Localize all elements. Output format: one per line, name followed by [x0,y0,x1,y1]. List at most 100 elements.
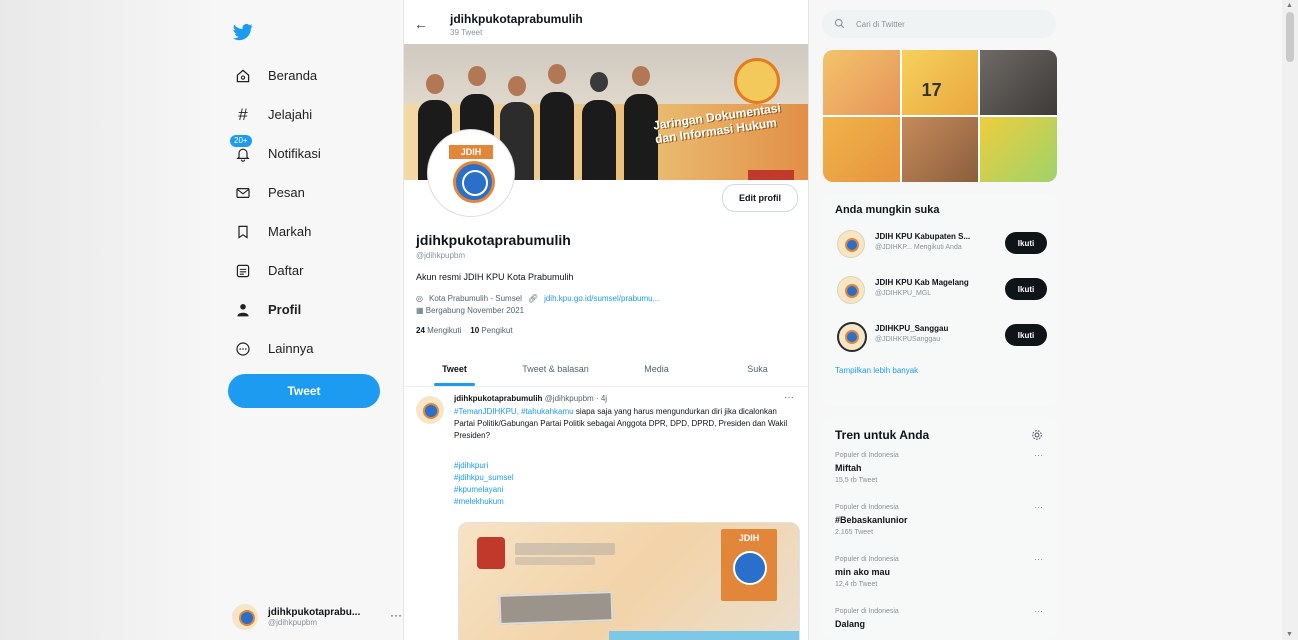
tab-media[interactable]: Media [606,352,707,386]
profile-avatar[interactable]: JDIH [428,130,514,216]
follow-button[interactable]: Ikuti [1005,278,1047,300]
tab-tweets-replies[interactable]: Tweet & balasan [505,352,606,386]
sidebar-item-more[interactable]: Lainnya [226,329,406,368]
trend-name: Dalang [835,619,866,629]
follow-button[interactable]: Ikuti [1005,324,1047,346]
sidebar-item-label: Notifikasi [268,146,321,161]
tweet-hashtags[interactable]: #TemanJDIHKPU, #tahukahkamu [454,407,574,416]
scrollbar[interactable]: ▲ ▼ [1282,0,1298,640]
suggested-user[interactable]: JDIH KPU Kabupaten S... @JDIHKP... Mengi… [823,222,1057,268]
media-thumb[interactable] [980,117,1057,182]
tweet-item[interactable]: jdihkpukotaprabumulih @jdihkpupbm · 4j ·… [404,388,808,640]
home-icon [232,65,254,87]
media-thumb[interactable] [901,117,979,182]
image-bar [609,631,799,640]
scroll-down-icon[interactable]: ▼ [1286,631,1293,638]
tweet-handle-time: @jdihkpupbm · 4j [544,394,608,403]
who-to-follow-card: Anda mungkin suka JDIH KPU Kabupaten S..… [823,194,1057,406]
banner-head [468,66,486,86]
account-more-icon[interactable]: ··· [390,608,402,622]
scroll-up-icon[interactable]: ▲ [1286,2,1293,9]
sidebar-item-profile[interactable]: Profil [226,290,406,329]
following-link[interactable]: 24 Mengikuti [416,326,461,335]
sidebar-item-label: Lainnya [268,341,314,356]
image-text-block [515,543,615,555]
tweet-more-icon[interactable]: ··· [784,392,794,403]
suggested-user[interactable]: JDIHKPU_Sanggau @JDIHKPUSanggau Ikuti [823,314,1057,360]
trend-name: Miftah [835,463,862,473]
account-name: jdihkpukotaprabu... [268,607,361,618]
suggested-user-avatar [837,322,867,352]
trend-name: #Bebaskanlunior [835,515,908,525]
hashtag-link[interactable]: #jdihkpuri [454,460,514,472]
account-switcher[interactable]: jdihkpukotaprabu... @jdihkpupbm ··· [232,600,402,634]
media-thumb-text: 17 [921,80,942,100]
jdih-logo: JDIH [721,529,777,601]
hashtag-link[interactable]: #kpumelayani [454,484,514,496]
profile-link[interactable]: jdih.kpu.go.id/sumsel/prabumu... [544,294,659,303]
tweet-image[interactable]: JDIH [458,522,800,640]
sidebar-item-lists[interactable]: Daftar [226,251,406,290]
tab-likes[interactable]: Suka [707,352,808,386]
profile-media-grid[interactable]: 17 [823,50,1057,182]
banner-head [548,64,566,84]
trend-item[interactable]: Populer di Indonesia Dalang ··· [823,604,1057,630]
kpu-logo [477,537,505,569]
suggested-user-handle: @JDIHKPUSanggau [875,336,941,343]
back-arrow-icon[interactable]: ← [414,16,428,32]
more-circle-icon [232,338,254,360]
tweet-header: jdihkpukotaprabumulih @jdihkpupbm · 4j [454,394,607,403]
envelope-icon [232,182,254,204]
trend-item[interactable]: Populer di Indonesia min ako mau 12,4 rb… [823,552,1057,604]
hashtag-link[interactable]: #jdihkpu_sumsel [454,472,514,484]
hashtag-link[interactable]: #melekhukum [454,496,514,508]
left-shade [0,0,210,640]
trend-context: Populer di Indonesia [835,556,899,563]
sidebar-item-label: Profil [268,302,302,317]
trend-item[interactable]: Populer di Indonesia #Bebaskanlunior 2.1… [823,500,1057,552]
trend-more-icon[interactable]: ··· [1034,502,1043,512]
trend-more-icon[interactable]: ··· [1034,450,1043,460]
avatar-label: JDIH [449,145,493,159]
media-thumb[interactable] [980,50,1057,115]
trend-more-icon[interactable]: ··· [1034,554,1043,564]
tweet-author[interactable]: jdihkpukotaprabumulih [454,394,542,403]
main-column: ← jdihkpukotaprabumulih 39 Tweet Jaringa… [403,0,809,640]
sidebar-item-notifications[interactable]: 20+ Notifikasi [226,134,406,173]
tweet-button[interactable]: Tweet [228,374,380,408]
banner-head [508,76,526,96]
tweet-avatar[interactable] [416,396,444,424]
sidebar-item-bookmarks[interactable]: Markah [226,212,406,251]
suggested-user[interactable]: JDIH KPU Kab Magelang @JDIHKPU_MGL Ikuti [823,268,1057,314]
trend-more-icon[interactable]: ··· [1034,606,1043,616]
tab-tweets[interactable]: Tweet [404,352,505,386]
sidebar-item-explore[interactable]: # Jelajahi [226,95,406,134]
profile-joined: ▦ Bergabung November 2021 [416,306,524,315]
sidebar-item-home[interactable]: Beranda [226,56,406,95]
tweet-text: #TemanJDIHKPU, #tahukahkamu siapa saja y… [454,406,798,442]
media-thumb[interactable] [823,50,900,115]
trend-context: Populer di Indonesia [835,504,899,511]
trend-count: 15,5 rb Tweet [835,477,878,484]
search-input[interactable]: Cari di Twitter [856,20,905,29]
location-icon: ◎ [416,294,423,303]
twitter-bird-icon[interactable] [232,22,254,42]
edit-profile-button[interactable]: Edit profil [722,184,798,212]
image-paper [498,591,614,625]
sidebar-item-messages[interactable]: Pesan [226,173,406,212]
who-to-follow-title: Anda mungkin suka [835,204,940,216]
followers-link[interactable]: 10 Pengikut [470,326,512,335]
search-box[interactable]: Cari di Twitter [822,10,1056,38]
trend-count: 12,4 rb Tweet [835,581,878,588]
follow-button[interactable]: Ikuti [1005,232,1047,254]
following-count: 24 [416,326,425,335]
following-label: Mengikuti [427,326,462,335]
scrollbar-thumb[interactable] [1286,12,1294,62]
followers-count: 10 [470,326,480,335]
media-thumb[interactable]: 17 [901,50,979,115]
show-more-link[interactable]: Tampilkan lebih banyak [823,360,1057,387]
gear-icon[interactable] [1031,428,1043,440]
media-thumb[interactable] [823,117,900,182]
banner-title: Jaringan Dokumentasi dan Informasi Hukum [652,100,782,147]
trend-item[interactable]: Populer di Indonesia Miftah 15,5 rb Twee… [823,448,1057,500]
